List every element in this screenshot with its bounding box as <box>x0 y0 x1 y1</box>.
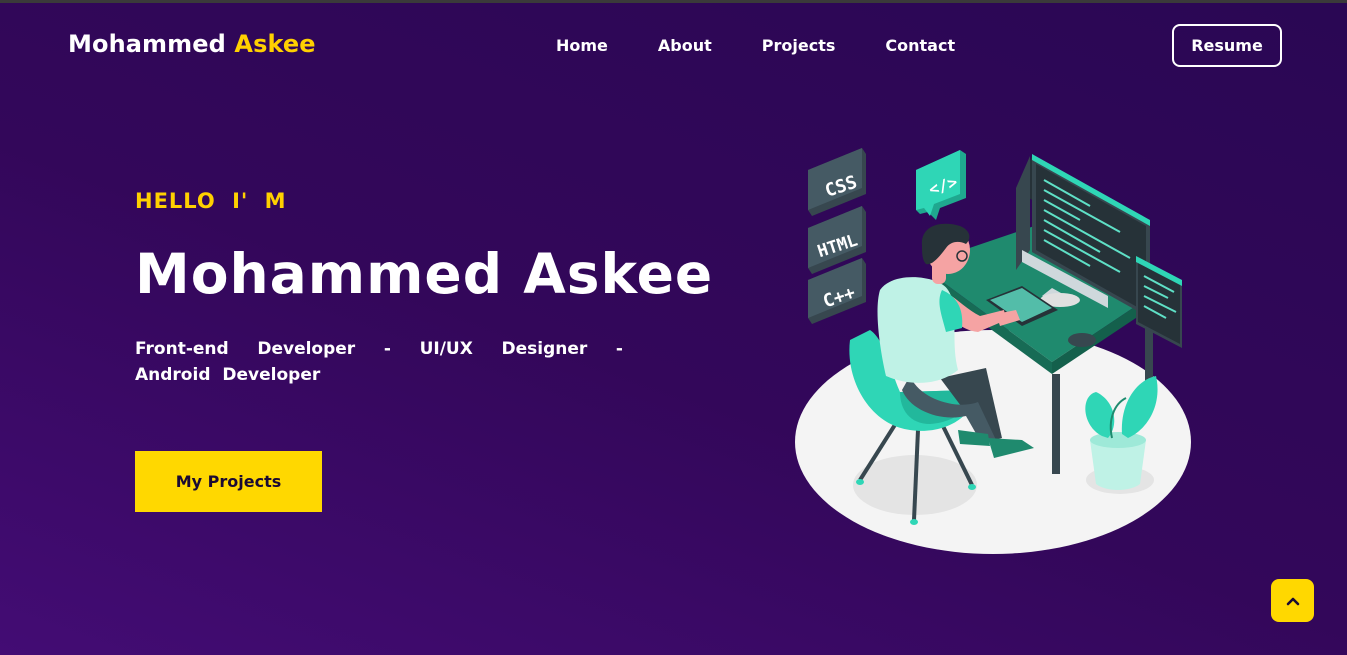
developer-at-desk-image: CSS HTML C++ </> <box>795 148 1191 554</box>
logo-last-name: Askee <box>234 30 316 58</box>
css-badge: CSS <box>808 148 866 216</box>
nav-link-home[interactable]: Home <box>556 36 608 55</box>
my-projects-button[interactable]: My Projects <box>135 451 322 512</box>
logo-first-name: Mohammed <box>68 30 226 58</box>
nav-link-about[interactable]: About <box>658 36 712 55</box>
developer-illustration: CSS HTML C++ </> <box>790 140 1200 560</box>
navbar: Mohammed Askee Home About Projects Conta… <box>0 3 1347 87</box>
hero-greeting: HELLO I' M <box>135 189 287 213</box>
site-logo[interactable]: Mohammed Askee <box>68 30 316 58</box>
scroll-to-top-button[interactable] <box>1271 579 1314 622</box>
nav-menu: Home About Projects Contact <box>556 36 955 55</box>
resume-button[interactable]: Resume <box>1172 24 1282 67</box>
nav-link-projects[interactable]: Projects <box>762 36 836 55</box>
hero-roles: Front-end Developer - UI/UX Designer - A… <box>135 339 623 385</box>
hero-name: Mohammed Askee <box>135 242 714 306</box>
chevron-up-icon <box>1286 597 1299 605</box>
code-bubble-icon: </> <box>916 150 966 220</box>
nav-link-contact[interactable]: Contact <box>885 36 955 55</box>
